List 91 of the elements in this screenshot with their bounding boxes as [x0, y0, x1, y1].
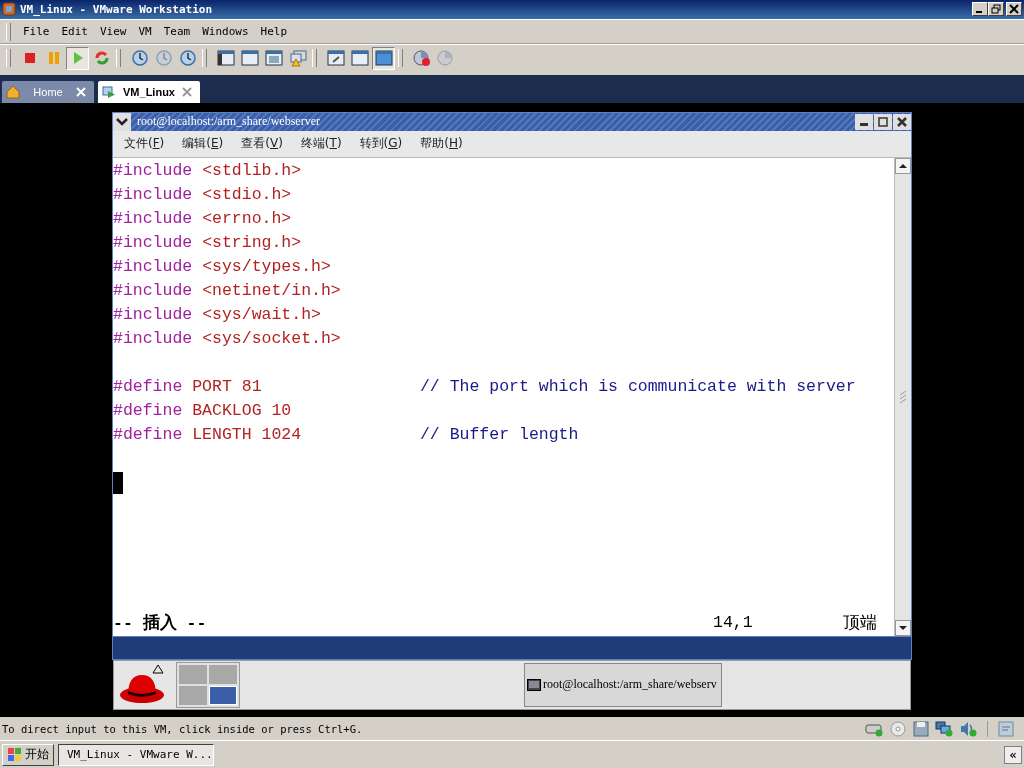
code-text: #include [113, 233, 194, 253]
refresh-icon [93, 50, 110, 67]
terminal-title: root@localhost:/arm_share/webserver [136, 114, 321, 130]
code-text: BACKLOG 10 [192, 401, 292, 421]
close-button[interactable] [893, 113, 911, 130]
code-text: #include [113, 281, 194, 301]
restore-button[interactable] [988, 2, 1004, 17]
code-text: // The port which is communicate with server [418, 377, 856, 397]
pie-chart-icon [436, 49, 455, 68]
menu-item[interactable]: 查看(V) [232, 135, 292, 153]
workspace[interactable] [209, 685, 237, 705]
grip-icon [898, 388, 908, 405]
menu-item[interactable]: 文件(F) [115, 135, 174, 153]
menu-item[interactable]: VM [132, 23, 158, 41]
cursor-position: 14,1 [713, 613, 754, 633]
menu-item[interactable]: Help [254, 23, 294, 41]
clock-icon [130, 49, 149, 68]
code-text: #include [113, 185, 194, 205]
code-text: <errno.h> [202, 209, 292, 229]
code-text: PORT 81 [192, 377, 262, 397]
code-text: <sys/types.h> [202, 257, 331, 277]
taskbar-button[interactable]: VM_Linux - VMware W... [58, 743, 214, 766]
code-text: <stdio.h> [202, 185, 292, 205]
code-text: <string.h> [202, 233, 302, 253]
start-button[interactable]: 开始 [2, 743, 54, 766]
code-text: #define [113, 425, 184, 445]
scrollbar[interactable] [894, 157, 911, 636]
code-text: #include [113, 257, 194, 277]
window-icon [374, 50, 393, 67]
maximize-button[interactable] [874, 113, 892, 130]
code-text: #include [113, 209, 194, 229]
window-icon [326, 50, 345, 67]
toolbar-button[interactable] [372, 46, 395, 70]
code-text: <sys/socket.h> [202, 329, 341, 349]
menu-item[interactable]: 编辑(E) [173, 135, 233, 153]
app-icon [2, 2, 16, 17]
close-icon [897, 116, 907, 127]
window-icon [216, 50, 235, 67]
code-text: #include [113, 305, 194, 325]
window-icon [240, 50, 259, 67]
pause-icon [46, 51, 61, 66]
code-text: #include [113, 329, 194, 349]
close-icon[interactable] [182, 86, 192, 97]
restore-icon [991, 4, 1001, 15]
terminal-icon [527, 678, 541, 691]
window-icon [350, 50, 369, 67]
code-text: <sys/wait.h> [202, 305, 321, 325]
minimize-icon [860, 122, 868, 126]
menu-item[interactable]: Team [157, 23, 197, 41]
minimize-icon [976, 11, 982, 14]
minimize-button[interactable] [855, 113, 873, 130]
menu-item[interactable]: Windows [196, 23, 255, 41]
tab[interactable]: VM_Linux [98, 80, 200, 103]
speaker-icon[interactable] [959, 720, 977, 737]
menu-item[interactable]: 终端(T) [291, 135, 351, 153]
pie-chart-icon [412, 49, 431, 68]
maximize-icon [878, 116, 888, 127]
close-icon [1009, 4, 1019, 15]
vm-icon [102, 84, 116, 99]
clock-icon [178, 49, 197, 68]
code-text: #include [113, 161, 194, 181]
window-icon [264, 50, 283, 67]
task-button[interactable]: root@localhost:/arm_share/webserv [524, 662, 722, 707]
code-text: <stdlib.h> [202, 161, 302, 181]
scroll-position: 顶端 [843, 612, 877, 634]
network-icon[interactable] [935, 720, 953, 737]
scroll-down-icon[interactable] [895, 619, 911, 636]
text-cursor [113, 471, 123, 494]
code-text: #define [113, 377, 184, 397]
menu-item[interactable]: Edit [55, 23, 94, 41]
menu-item[interactable]: File [17, 23, 56, 41]
windows-logo-icon [7, 746, 23, 763]
stop-icon [22, 51, 37, 66]
editor-mode: -- 插入 -- [113, 612, 208, 634]
menu-item[interactable]: 帮助(H) [411, 135, 472, 153]
windows-warning-icon [288, 49, 307, 68]
floppy-icon[interactable] [913, 720, 929, 737]
status-text: To direct input to this VM, click inside or press Ctrl+G. [2, 722, 364, 735]
code-text: LENGTH 1024 [192, 425, 302, 445]
close-button[interactable] [1006, 2, 1022, 17]
menu-item[interactable]: View [94, 23, 133, 41]
show-hidden-icons-button[interactable]: « [1004, 745, 1022, 764]
house-icon [6, 84, 20, 99]
code-text: #define [113, 401, 184, 421]
clock-icon [154, 49, 173, 68]
code-text: // Buffer length [418, 425, 579, 445]
code-text: <netinet/in.h> [202, 281, 341, 301]
menu-item[interactable]: 转到(G) [350, 135, 412, 153]
chevron-down-icon[interactable] [113, 112, 131, 131]
window-title: VM_Linux - VMware Workstation [20, 2, 214, 16]
minimize-button[interactable] [972, 2, 988, 17]
